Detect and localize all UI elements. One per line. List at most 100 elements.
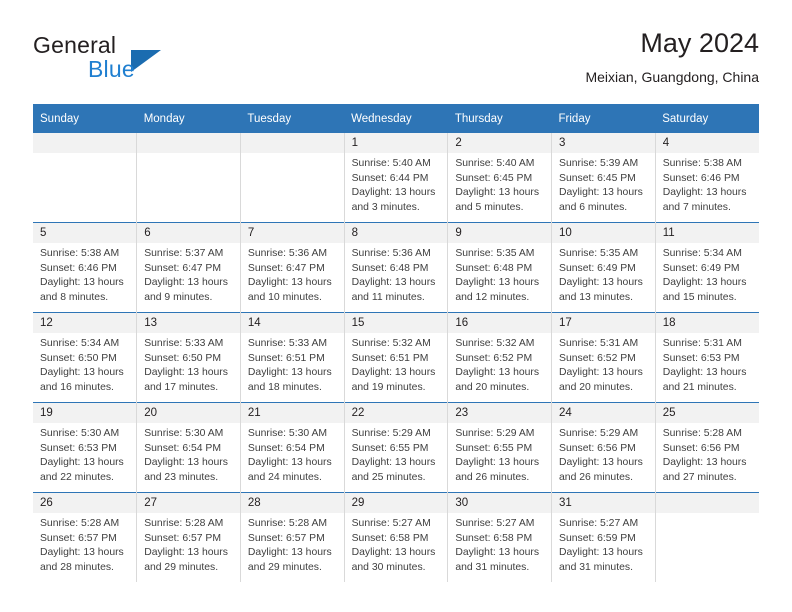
sunrise-time: Sunrise: 5:36 AM (351, 248, 431, 259)
calendar-day-cell[interactable]: 24 Sunrise: 5:29 AM Sunset: 6:56 PM Dayligh… (551, 402, 656, 493)
calendar-day-cell[interactable]: 9 Sunrise: 5:35 AM Sunset: 6:48 PM Daylight… (447, 222, 553, 313)
calendar-day-cell[interactable]: 14 Sunrise: 5:33 AM Sunset: 6:51 PM Dayligh… (240, 312, 345, 403)
sunset-time: Sunset: 6:56 PM (559, 442, 636, 454)
calendar-day-cell[interactable]: 3 Sunrise: 5:39 AM Sunset: 6:45 PM Daylight… (551, 133, 656, 223)
sunrise-time: Sunrise: 5:32 AM (351, 338, 431, 349)
calendar-week-row: 12 Sunrise: 5:34 AM Sunset: 6:50 PM Dayligh… (33, 312, 759, 403)
calendar-day-cell[interactable]: 23 Sunrise: 5:29 AM Sunset: 6:55 PM Dayligh… (447, 402, 553, 493)
day-number: 18 (655, 313, 759, 333)
calendar-day-cell[interactable]: 7 Sunrise: 5:36 AM Sunset: 6:47 PM Daylight… (240, 222, 345, 313)
calendar-day-cell[interactable]: 29 Sunrise: 5:27 AM Sunset: 6:58 PM Dayligh… (344, 492, 449, 582)
daylight-duration-line2: and 21 minutes. (662, 381, 737, 393)
daylight-duration-line2: and 29 minutes. (247, 561, 322, 573)
calendar-day-cell[interactable]: 4 Sunrise: 5:38 AM Sunset: 6:46 PM Daylight… (655, 133, 759, 223)
calendar-day-cell[interactable]: 13 Sunrise: 5:33 AM Sunset: 6:50 PM Dayligh… (136, 312, 241, 403)
daylight-duration-line1: Daylight: 13 hours (662, 277, 747, 289)
day-number: 4 (655, 133, 759, 153)
daylight-duration-line2: and 7 minutes. (662, 201, 731, 213)
day-number: 24 (552, 403, 655, 423)
sunrise-time: Sunrise: 5:35 AM (559, 248, 639, 259)
sunset-time: Sunset: 6:48 PM (455, 262, 533, 274)
calendar-day-cell[interactable]: 5 Sunrise: 5:38 AM Sunset: 6:46 PM Daylight… (33, 222, 138, 313)
calendar-week-row: 5 Sunrise: 5:38 AM Sunset: 6:46 PM Daylight… (33, 222, 759, 313)
daylight-duration-line1: Daylight: 13 hours (247, 277, 332, 289)
sunset-time: Sunset: 6:44 PM (351, 172, 429, 184)
daylight-duration-line1: Daylight: 13 hours (144, 367, 228, 379)
day-number: 1 (344, 133, 448, 153)
daylight-duration-line2: and 6 minutes. (559, 201, 628, 213)
daylight-duration-line1: Daylight: 13 hours (351, 277, 436, 289)
day-details: Sunrise: 5:27 AM Sunset: 6:59 PM Daylight:… (552, 513, 655, 575)
calendar-day-cell[interactable]: 11 Sunrise: 5:34 AM Sunset: 6:49 PM Dayligh… (655, 222, 759, 313)
sunset-time: Sunset: 6:57 PM (247, 532, 325, 544)
calendar-day-cell[interactable]: 1 Sunrise: 5:40 AM Sunset: 6:44 PM Daylight… (344, 133, 449, 223)
calendar-day-cell[interactable]: 25 Sunrise: 5:28 AM Sunset: 6:56 PM Dayligh… (655, 402, 759, 493)
calendar-day-cell[interactable]: 17 Sunrise: 5:31 AM Sunset: 6:52 PM Dayligh… (551, 312, 656, 403)
calendar-day-cell[interactable]: 6 Sunrise: 5:37 AM Sunset: 6:47 PM Daylight… (136, 222, 241, 313)
daylight-duration-line1: Daylight: 13 hours (559, 187, 643, 199)
daylight-duration-line2: and 31 minutes. (559, 561, 633, 573)
calendar-day-cell[interactable]: 31 Sunrise: 5:27 AM Sunset: 6:59 PM Dayligh… (551, 492, 656, 582)
calendar-week-row: 19 Sunrise: 5:30 AM Sunset: 6:53 PM Dayligh… (33, 402, 759, 493)
day-details: Sunrise: 5:35 AM Sunset: 6:48 PM Daylight:… (448, 243, 551, 305)
daylight-duration-line2: and 27 minutes. (662, 471, 737, 483)
sunrise-time: Sunrise: 5:28 AM (662, 428, 742, 439)
page-title: May 2024 (640, 28, 759, 58)
day-number: 28 (240, 493, 344, 513)
day-details: Sunrise: 5:29 AM Sunset: 6:56 PM Daylight:… (552, 423, 655, 485)
daylight-duration-line2: and 26 minutes. (455, 471, 530, 483)
calendar-day-cell[interactable]: 19 Sunrise: 5:30 AM Sunset: 6:53 PM Dayligh… (33, 402, 138, 493)
daylight-duration-line2: and 18 minutes. (247, 381, 322, 393)
page-subtitle: Meixian, Guangdong, China (585, 69, 759, 85)
day-details: Sunrise: 5:30 AM Sunset: 6:54 PM Daylight:… (137, 423, 240, 485)
day-number: 11 (655, 223, 759, 243)
sunrise-time: Sunrise: 5:29 AM (351, 428, 431, 439)
day-number: 25 (655, 403, 759, 423)
calendar-cell-empty (33, 133, 138, 223)
daylight-duration-line2: and 13 minutes. (559, 291, 633, 303)
calendar-day-cell[interactable]: 8 Sunrise: 5:36 AM Sunset: 6:48 PM Daylight… (344, 222, 449, 313)
calendar-day-cell[interactable]: 30 Sunrise: 5:27 AM Sunset: 6:58 PM Dayligh… (447, 492, 553, 582)
day-details: Sunrise: 5:33 AM Sunset: 6:51 PM Daylight:… (241, 333, 344, 395)
daylight-duration-line2: and 9 minutes. (144, 291, 213, 303)
calendar-day-cell[interactable]: 20 Sunrise: 5:30 AM Sunset: 6:54 PM Dayligh… (136, 402, 241, 493)
sunset-time: Sunset: 6:45 PM (455, 172, 533, 184)
daylight-duration-line2: and 11 minutes. (351, 291, 425, 303)
day-details: Sunrise: 5:27 AM Sunset: 6:58 PM Daylight:… (345, 513, 448, 575)
daylight-duration-line1: Daylight: 13 hours (351, 457, 436, 469)
calendar-day-cell[interactable]: 26 Sunrise: 5:28 AM Sunset: 6:57 PM Dayligh… (33, 492, 138, 582)
brand-logo[interactable]: General Blue (33, 32, 253, 90)
calendar-day-cell[interactable]: 16 Sunrise: 5:32 AM Sunset: 6:52 PM Dayligh… (447, 312, 553, 403)
calendar-week-row: 26 Sunrise: 5:28 AM Sunset: 6:57 PM Dayligh… (33, 492, 759, 582)
sunrise-time: Sunrise: 5:40 AM (351, 158, 431, 169)
day-details: Sunrise: 5:32 AM Sunset: 6:52 PM Daylight:… (448, 333, 551, 395)
calendar-day-cell[interactable]: 21 Sunrise: 5:30 AM Sunset: 6:54 PM Dayligh… (240, 402, 345, 493)
daylight-duration-line2: and 26 minutes. (559, 471, 633, 483)
weekday-header-thursday: Thursday (447, 104, 552, 133)
calendar-day-cell[interactable]: 18 Sunrise: 5:31 AM Sunset: 6:53 PM Dayligh… (655, 312, 759, 403)
sunset-time: Sunset: 6:57 PM (40, 532, 117, 544)
calendar-day-cell[interactable]: 10 Sunrise: 5:35 AM Sunset: 6:49 PM Dayligh… (551, 222, 656, 313)
sunrise-time: Sunrise: 5:34 AM (662, 248, 742, 259)
day-details: Sunrise: 5:28 AM Sunset: 6:56 PM Daylight:… (656, 423, 759, 485)
day-number: 19 (33, 403, 137, 423)
day-number: 29 (344, 493, 448, 513)
day-details: Sunrise: 5:34 AM Sunset: 6:50 PM Daylight:… (33, 333, 136, 395)
daylight-duration-line2: and 25 minutes. (351, 471, 426, 483)
calendar-day-cell[interactable]: 27 Sunrise: 5:28 AM Sunset: 6:57 PM Dayligh… (136, 492, 241, 582)
calendar-day-cell[interactable]: 2 Sunrise: 5:40 AM Sunset: 6:45 PM Daylight… (447, 133, 553, 223)
day-details: Sunrise: 5:39 AM Sunset: 6:45 PM Daylight:… (552, 153, 655, 215)
calendar-day-cell[interactable]: 28 Sunrise: 5:28 AM Sunset: 6:57 PM Dayligh… (240, 492, 345, 582)
day-number: 10 (552, 223, 655, 243)
sunrise-time: Sunrise: 5:33 AM (144, 338, 224, 349)
calendar-day-cell[interactable]: 22 Sunrise: 5:29 AM Sunset: 6:55 PM Dayligh… (344, 402, 449, 493)
calendar-day-cell[interactable]: 15 Sunrise: 5:32 AM Sunset: 6:51 PM Dayligh… (344, 312, 449, 403)
calendar-day-cell[interactable]: 12 Sunrise: 5:34 AM Sunset: 6:50 PM Dayligh… (33, 312, 138, 403)
calendar-header-row: Sunday Monday Tuesday Wednesday Thursday… (33, 104, 759, 133)
sunset-time: Sunset: 6:46 PM (40, 262, 117, 274)
sunrise-time: Sunrise: 5:40 AM (455, 158, 535, 169)
day-number: 2 (448, 133, 552, 153)
sunset-time: Sunset: 6:50 PM (40, 352, 117, 364)
daylight-duration-line2: and 19 minutes. (351, 381, 426, 393)
day-details: Sunrise: 5:32 AM Sunset: 6:51 PM Daylight:… (345, 333, 448, 395)
